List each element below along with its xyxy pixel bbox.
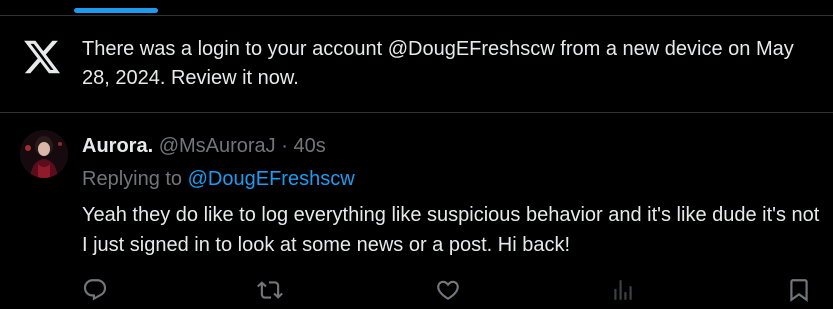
reply-button[interactable] bbox=[81, 276, 109, 304]
views-icon bbox=[614, 280, 632, 300]
active-tab-indicator bbox=[74, 8, 158, 13]
replying-mention-link[interactable]: @DougEFreshscw bbox=[188, 168, 355, 190]
replying-to: Replying to @DougEFreshscw bbox=[82, 166, 355, 192]
separator-dot: · bbox=[281, 135, 288, 157]
bookmark-button[interactable] bbox=[785, 276, 813, 304]
author-name[interactable]: Aurora. bbox=[82, 135, 153, 157]
notification-text: There was a login to your account @DougE… bbox=[82, 38, 794, 89]
x-logo-icon bbox=[24, 40, 61, 74]
divider bbox=[0, 112, 833, 113]
repost-icon bbox=[257, 281, 283, 299]
like-button[interactable] bbox=[434, 276, 462, 304]
timestamp[interactable]: 40s bbox=[293, 135, 325, 157]
tweet-actions bbox=[0, 276, 833, 306]
avatar-image bbox=[20, 130, 68, 178]
bookmark-icon bbox=[790, 279, 808, 302]
tweet-header: Aurora. @MsAuroraJ · 40s bbox=[82, 133, 326, 159]
replying-prefix: Replying to bbox=[82, 168, 183, 190]
like-icon bbox=[437, 280, 459, 300]
tweet-body: Yeah they do like to log everything like… bbox=[82, 204, 820, 256]
avatar[interactable] bbox=[20, 130, 68, 178]
repost-button[interactable] bbox=[256, 276, 284, 304]
views-button[interactable] bbox=[609, 276, 637, 304]
reply-icon bbox=[83, 279, 107, 301]
author-handle[interactable]: @MsAuroraJ bbox=[159, 135, 276, 157]
